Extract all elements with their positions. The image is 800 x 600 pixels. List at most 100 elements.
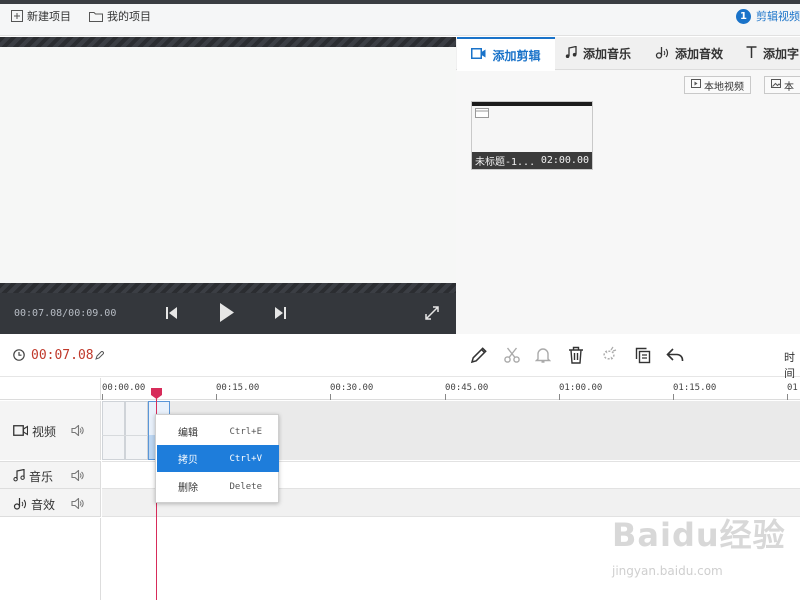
next-frame-button[interactable] xyxy=(274,306,286,323)
local-video-button[interactable]: 本地视频 xyxy=(684,76,751,94)
ruler-tick xyxy=(216,394,217,400)
ruler-label: 00:45.00 xyxy=(445,383,489,393)
local-image-label: 本 xyxy=(784,81,794,93)
media-clip-thumbnail[interactable]: 未标题-1... 02:00.00 xyxy=(471,101,593,170)
track-header-music: 音乐 xyxy=(0,461,101,488)
menu-item-label: 拷贝 xyxy=(178,455,198,466)
playhead-handle[interactable] xyxy=(151,388,162,399)
ruler-label: 00:30.00 xyxy=(330,383,374,393)
preview-top-stripe xyxy=(0,37,456,47)
alert-button[interactable] xyxy=(534,346,552,367)
ruler-tick xyxy=(102,394,103,400)
ruler-label: 00:15.00 xyxy=(216,383,260,393)
tab-add-clip[interactable]: 添加剪辑 xyxy=(457,37,555,71)
ruler-label: 01:00.00 xyxy=(559,383,603,393)
sound-effect-icon xyxy=(655,46,669,62)
clip-duration: 02:00.00 xyxy=(540,155,589,166)
previous-frame-button[interactable] xyxy=(166,306,178,323)
speaker-icon[interactable] xyxy=(71,497,84,512)
tab-add-text[interactable]: 添加字 xyxy=(746,37,799,70)
play-button[interactable] xyxy=(220,303,234,325)
ruler-label: 01:15.00 xyxy=(673,383,717,393)
plus-box-icon xyxy=(11,10,23,22)
track-header-sound-effect: 音效 xyxy=(0,488,101,517)
skip-forward-icon xyxy=(275,307,286,319)
preview-canvas xyxy=(0,47,456,283)
bell-icon xyxy=(534,348,552,363)
track-header-video: 视频 xyxy=(0,401,101,460)
edit-pencil-button[interactable] xyxy=(470,346,488,367)
step-label: 剪辑视频 xyxy=(756,10,800,23)
copy-icon xyxy=(635,347,651,364)
tab-add-clip-label: 添加剪辑 xyxy=(492,48,541,63)
undo-icon xyxy=(666,348,684,361)
delete-button[interactable] xyxy=(568,346,584,367)
clip-title: 未标题-1... xyxy=(475,157,536,168)
menu-item-label: 编辑 xyxy=(178,428,198,439)
speaker-icon[interactable] xyxy=(71,469,84,484)
step-number-badge: 1 xyxy=(736,8,751,24)
undo-button[interactable] xyxy=(666,346,684,367)
menu-item-edit[interactable]: 编辑 Ctrl+E xyxy=(157,418,279,445)
split-link-icon xyxy=(603,346,617,360)
video-file-icon xyxy=(691,79,701,91)
cut-button[interactable] xyxy=(503,346,521,367)
video-clip-frame[interactable] xyxy=(102,401,125,460)
new-project-button[interactable]: 新建项目 xyxy=(11,8,71,24)
speaker-icon[interactable] xyxy=(71,424,84,439)
context-menu: 编辑 Ctrl+E 拷贝 Ctrl+V 删除 Delete xyxy=(155,414,279,503)
copy-button[interactable] xyxy=(634,346,652,367)
tab-add-music[interactable]: 添加音乐 xyxy=(565,37,631,70)
tab-add-music-label: 添加音乐 xyxy=(583,47,632,61)
fullscreen-button[interactable] xyxy=(425,306,439,323)
ruler-tick xyxy=(787,394,788,400)
expand-icon xyxy=(425,306,439,320)
watermark-url: jingyan.baidu.com xyxy=(612,564,723,578)
pencil-icon xyxy=(470,347,487,364)
track-name-sound-effect: 音效 xyxy=(13,496,55,513)
skip-back-icon xyxy=(166,307,177,319)
tab-add-sound-effect[interactable]: 添加音效 xyxy=(655,37,723,70)
menu-item-copy[interactable]: 拷贝 Ctrl+V xyxy=(157,445,279,472)
new-project-label: 新建项目 xyxy=(27,10,71,23)
clip-info-bar: 未标题-1... 02:00.00 xyxy=(472,152,592,169)
local-image-button[interactable]: 本 xyxy=(764,76,800,94)
track-label: 音乐 xyxy=(29,470,54,484)
time-label: 时间 xyxy=(784,351,795,380)
video-clip-frame[interactable] xyxy=(125,401,148,460)
ruler-label: 00:00.00 xyxy=(102,383,146,393)
video-camera-icon xyxy=(471,48,486,62)
ruler-tick xyxy=(445,394,446,400)
track-name-music: 音乐 xyxy=(13,468,53,485)
track-label: 视频 xyxy=(32,425,57,439)
ruler-tick xyxy=(673,394,674,400)
my-projects-label: 我的项目 xyxy=(107,10,151,23)
tab-add-sound-effect-label: 添加音效 xyxy=(675,47,724,61)
video-camera-icon xyxy=(13,424,29,439)
ruler-tick xyxy=(559,394,560,400)
preview-bottom-stripe xyxy=(0,283,456,293)
tab-add-text-label: 添加字 xyxy=(763,47,800,61)
text-t-icon xyxy=(746,46,757,61)
clock-icon xyxy=(13,349,25,364)
image-file-icon xyxy=(771,79,781,91)
menu-item-shortcut: Ctrl+E xyxy=(229,426,262,437)
folder-icon xyxy=(89,10,103,22)
my-projects-button[interactable]: 我的项目 xyxy=(89,8,151,24)
trash-icon xyxy=(569,346,583,364)
scissors-icon xyxy=(504,347,520,363)
track-name-video: 视频 xyxy=(13,423,56,440)
sound-effect-icon xyxy=(13,497,27,513)
thumbnail-placeholder-icon xyxy=(475,108,489,121)
ruler-tick xyxy=(330,394,331,400)
step-indicator: 1 剪辑视频 xyxy=(736,8,800,24)
music-note-icon xyxy=(565,45,577,62)
ruler-label: 01: xyxy=(787,383,800,393)
clip-top-bar xyxy=(472,102,592,106)
music-note-icon xyxy=(13,468,25,485)
menu-item-delete[interactable]: 删除 Delete xyxy=(157,473,279,500)
clip-divider xyxy=(102,435,148,436)
preview-timecode: 00:07.08/00:09.00 xyxy=(14,308,117,319)
edit-time-pencil-icon[interactable] xyxy=(95,350,105,363)
split-button[interactable] xyxy=(600,346,618,367)
